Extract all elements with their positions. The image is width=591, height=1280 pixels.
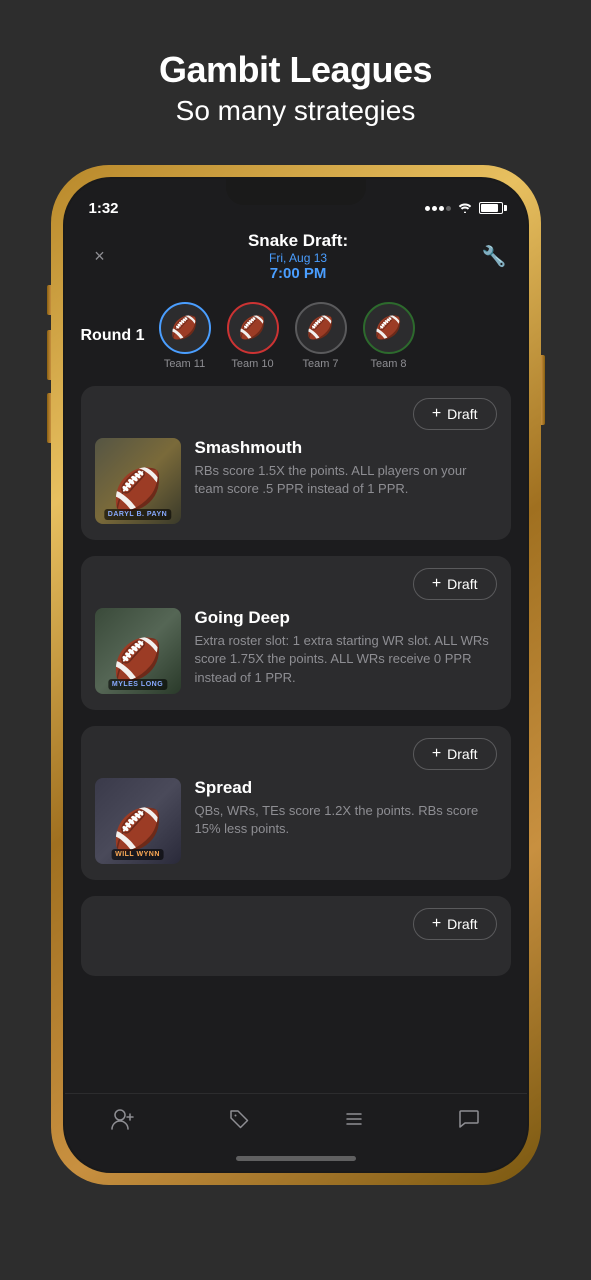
phone-screen: 1:32	[65, 179, 527, 1171]
draft-btn-label-4: Draft	[447, 916, 477, 932]
team-7-label: Team 7	[302, 358, 338, 370]
page-header: Gambit Leagues So many strategies	[0, 0, 591, 155]
strategy-desc-smashmouth: RBs score 1.5X the points. ALL players o…	[195, 462, 497, 498]
draft-btn-row-4: + Draft	[81, 896, 511, 940]
team-item-7: 🏈 Team 7	[295, 302, 347, 370]
tag-icon	[228, 1108, 250, 1136]
card-content-going-deep: Going Deep Extra roster slot: 1 extra st…	[195, 608, 497, 687]
status-icons	[425, 201, 503, 216]
header-center: Snake Draft: Fri, Aug 13 7:00 PM	[125, 231, 472, 282]
draft-button-spread[interactable]: + Draft	[413, 738, 497, 770]
plus-icon-4: +	[432, 915, 441, 933]
teams-row: 🏈 Team 11 🏈 Team 10 🏈	[159, 302, 511, 370]
team-item-11: 🏈 Team 11	[159, 302, 211, 370]
volume-up-button[interactable]	[47, 330, 51, 380]
card-content-spread: Spread QBs, WRs, TEs score 1.2X the poin…	[195, 778, 497, 838]
team-7-avatar: 🏈	[295, 302, 347, 354]
home-bar	[236, 1156, 356, 1161]
strategy-card-4: + Draft	[81, 896, 511, 976]
card-body-spread: 🏈 WILL WYNN Spread QBs, WRs, TEs score 1…	[81, 770, 511, 880]
draft-btn-label-3: Draft	[447, 746, 477, 762]
strategy-title-smashmouth: Smashmouth	[195, 438, 497, 458]
strategy-desc-spread: QBs, WRs, TEs score 1.2X the points. RBs…	[195, 802, 497, 838]
draft-btn-label-2: Draft	[447, 576, 477, 592]
team-11-label: Team 11	[164, 358, 205, 370]
char-name-spread: WILL WYNN	[111, 849, 164, 860]
page-subtitle: So many strategies	[40, 95, 551, 127]
add-person-icon	[111, 1108, 135, 1136]
character-going-deep: 🏈 MYLES LONG	[95, 608, 181, 694]
status-time: 1:32	[89, 200, 119, 217]
phone-outer-shell: 1:32	[51, 165, 541, 1185]
strategy-desc-going-deep: Extra roster slot: 1 extra starting WR s…	[195, 632, 497, 687]
wifi-icon	[457, 201, 473, 216]
volume-down-button[interactable]	[47, 393, 51, 443]
char-name-smashmouth: DARYL B. PAYN	[104, 509, 171, 520]
strategies-list: + Draft 🏈 DARYL B. PAYN Smashmouth	[65, 386, 527, 1093]
page-title: Gambit Leagues	[40, 48, 551, 91]
team-8-avatar: 🏈	[363, 302, 415, 354]
mute-button[interactable]	[47, 285, 51, 315]
close-button[interactable]: ×	[85, 246, 115, 267]
football-icon-11: 🏈	[171, 315, 198, 341]
phone-mockup: 1:32	[51, 165, 541, 1185]
app-header: × Snake Draft: Fri, Aug 13 7:00 PM 🔧	[65, 223, 527, 294]
plus-icon-3: +	[432, 745, 441, 763]
team-11-avatar: 🏈	[159, 302, 211, 354]
strategy-card-smashmouth: + Draft 🏈 DARYL B. PAYN Smashmouth	[81, 386, 511, 540]
team-10-label: Team 10	[231, 358, 273, 370]
phone-inner-border: 1:32	[63, 177, 529, 1173]
draft-text: Snake Draft:	[248, 231, 348, 250]
character-smashmouth: 🏈 DARYL B. PAYN	[95, 438, 181, 524]
draft-btn-row-3: + Draft	[81, 726, 511, 770]
card-body-smashmouth: 🏈 DARYL B. PAYN Smashmouth RBs score 1.5…	[81, 430, 511, 540]
draft-btn-row-2: + Draft	[81, 556, 511, 600]
strategy-card-spread: + Draft 🏈 WILL WYNN Spread QBs, W	[81, 726, 511, 880]
chat-icon	[458, 1108, 480, 1136]
team-item-8: 🏈 Team 8	[363, 302, 415, 370]
nav-item-add-person[interactable]	[91, 1104, 155, 1140]
nav-item-list[interactable]	[323, 1104, 385, 1140]
draft-time: 7:00 PM	[125, 265, 472, 282]
settings-icon[interactable]: 🔧	[482, 244, 507, 269]
draft-button-smashmouth[interactable]: + Draft	[413, 398, 497, 430]
football-icon-8: 🏈	[375, 315, 402, 341]
team-item-10: 🏈 Team 10	[227, 302, 279, 370]
draft-date: Fri, Aug 13	[125, 251, 472, 265]
team-8-label: Team 8	[370, 358, 406, 370]
nav-item-tag[interactable]	[208, 1104, 270, 1140]
team-10-avatar: 🏈	[227, 302, 279, 354]
strategy-title-going-deep: Going Deep	[195, 608, 497, 628]
draft-label: Snake Draft: Fri, Aug 13 7:00 PM	[125, 231, 472, 282]
draft-btn-row-1: + Draft	[81, 386, 511, 430]
strategy-title-spread: Spread	[195, 778, 497, 798]
card-body-going-deep: 🏈 MYLES LONG Going Deep Extra roster slo…	[81, 600, 511, 710]
home-indicator	[65, 1148, 527, 1171]
strategy-card-going-deep: + Draft 🏈 MYLES LONG Going Deep E	[81, 556, 511, 710]
football-icon-10: 🏈	[239, 315, 266, 341]
notch	[226, 179, 366, 205]
plus-icon-1: +	[432, 405, 441, 423]
char-name-going-deep: MYLES LONG	[108, 679, 167, 690]
character-spread: 🏈 WILL WYNN	[95, 778, 181, 864]
football-icon-7: 🏈	[307, 315, 334, 341]
signal-icon	[425, 206, 451, 211]
list-icon	[343, 1108, 365, 1136]
power-button[interactable]	[541, 355, 545, 425]
round-label: Round 1	[81, 327, 151, 345]
draft-button-4[interactable]: + Draft	[413, 908, 497, 940]
card-content-smashmouth: Smashmouth RBs score 1.5X the points. AL…	[195, 438, 497, 498]
draft-button-going-deep[interactable]: + Draft	[413, 568, 497, 600]
round-section: Round 1 🏈 Team 11 🏈 Team 10	[65, 294, 527, 386]
draft-btn-label-1: Draft	[447, 406, 477, 422]
plus-icon-2: +	[432, 575, 441, 593]
bottom-nav	[65, 1093, 527, 1148]
nav-item-chat[interactable]	[438, 1104, 500, 1140]
battery-icon	[479, 202, 503, 214]
